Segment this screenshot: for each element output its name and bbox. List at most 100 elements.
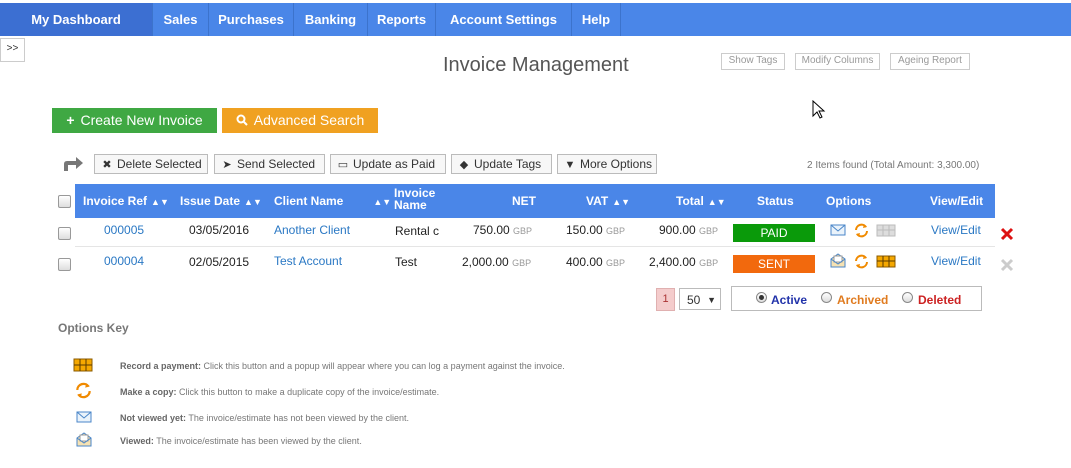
top-nav-bar: My Dashboard Sales Purchases Banking Rep… (0, 3, 1071, 36)
ageing-report-button[interactable]: Ageing Report (890, 53, 970, 70)
row-checkbox[interactable] (58, 258, 71, 271)
sidebar-toggle-button[interactable]: >> (0, 38, 25, 62)
status-filter: Active Archived Deleted (731, 286, 982, 311)
col-view-edit: View/Edit (930, 194, 984, 208)
client-name-link[interactable]: Test Account (274, 254, 342, 268)
copy-refresh-icon[interactable] (854, 254, 869, 269)
items-found-summary: 2 Items found (Total Amount: 3,300.00) (807, 160, 980, 171)
nav-help[interactable]: Help (572, 3, 621, 36)
send-selected-label: Send Selected (237, 157, 316, 171)
col-issue-date[interactable]: Issue Date ▲▼ (180, 184, 262, 218)
currency-label: GBP (606, 258, 626, 268)
search-icon (236, 114, 248, 126)
select-all-checkbox[interactable] (58, 195, 71, 208)
col-net[interactable]: NET (512, 184, 536, 218)
active-label[interactable]: Active (771, 293, 807, 307)
copy-refresh-icon (76, 382, 91, 399)
sort-icon: ▲▼ (373, 197, 392, 207)
col-status: Status (757, 194, 794, 208)
update-as-paid-button[interactable]: ▭ Update as Paid (330, 154, 446, 174)
modify-columns-button[interactable]: Modify Columns (795, 53, 880, 70)
advanced-search-label: Advanced Search (253, 112, 365, 128)
paper-plane-icon: ➤ (222, 159, 232, 171)
update-tags-label: Update Tags (474, 157, 542, 171)
net-value: 2,000.00 (462, 255, 509, 269)
nav-banking[interactable]: Banking (294, 3, 368, 36)
delete-row-icon[interactable] (1000, 227, 1014, 241)
more-options-label: More Options (580, 157, 653, 171)
record-payment-icon[interactable] (876, 255, 896, 268)
total-amount: 2,400.00 GBP (649, 255, 718, 270)
key-description: Click this button to make a duplicate co… (176, 387, 440, 397)
row-checkbox[interactable] (58, 227, 71, 240)
invoice-name: Test (395, 255, 418, 269)
col-invoice-name[interactable]: Invoice Name (394, 187, 435, 221)
envelope-viewed-icon[interactable] (830, 253, 846, 268)
envelope-not-viewed-icon (76, 411, 92, 423)
nav-reports[interactable]: Reports (368, 3, 436, 36)
currency-label: GBP (699, 226, 719, 236)
copy-refresh-icon[interactable] (854, 223, 869, 238)
row-divider (75, 246, 995, 247)
key-label: Not viewed yet: (120, 413, 187, 423)
sort-icon: ▲▼ (151, 197, 169, 207)
currency-label: GBP (512, 258, 532, 268)
table-header: Invoice Ref ▲▼ Issue Date ▲▼ Client Name ▲▼… (75, 184, 995, 218)
nav-sales[interactable]: Sales (153, 3, 209, 36)
create-new-invoice-label: Create New Invoice (80, 112, 203, 128)
archived-radio[interactable] (821, 292, 832, 303)
nav-my-dashboard[interactable]: My Dashboard (0, 3, 153, 36)
deleted-label[interactable]: Deleted (918, 293, 961, 307)
update-tags-button[interactable]: ◆ Update Tags (451, 154, 552, 174)
tag-icon: ◆ (459, 159, 469, 171)
key-record-payment: Record a payment: Click this button and … (120, 361, 565, 371)
options-key-title: Options Key (58, 321, 129, 335)
key-label: Make a copy: (120, 387, 177, 397)
key-not-viewed: Not viewed yet: The invoice/estimate has… (120, 413, 409, 423)
delete-selected-button[interactable]: ✖ Delete Selected (94, 154, 208, 174)
view-edit-link[interactable]: View/Edit (931, 223, 981, 237)
net-amount: 750.00 GBP (473, 223, 532, 238)
vat-amount: 150.00 GBP (566, 223, 625, 238)
total-value: 900.00 (659, 223, 696, 237)
currency-label: GBP (699, 258, 719, 268)
more-options-button[interactable]: ▼ More Options (557, 154, 657, 174)
advanced-search-button[interactable]: Advanced Search (222, 108, 378, 133)
per-page-select[interactable]: 50 ▼ (679, 288, 721, 310)
col-client-name[interactable]: Client Name ▲▼ (274, 184, 391, 218)
invoice-name: Rental c (395, 224, 440, 238)
show-tags-button[interactable]: Show Tags (721, 53, 785, 70)
col-total[interactable]: Total ▲▼ (676, 184, 726, 218)
page-number-button[interactable]: 1 (656, 288, 675, 311)
col-client-name-label: Client Name (274, 194, 344, 208)
envelope-not-viewed-icon[interactable] (830, 224, 846, 237)
key-label: Viewed: (120, 436, 154, 446)
record-payment-icon (876, 224, 896, 237)
invoice-ref-link[interactable]: 000004 (104, 254, 144, 268)
view-edit-link[interactable]: View/Edit (931, 254, 981, 268)
active-radio[interactable] (756, 292, 767, 303)
bulk-action-arrow-icon (64, 157, 83, 171)
issue-date: 02/05/2015 (189, 255, 250, 269)
deleted-radio[interactable] (902, 292, 913, 303)
invoice-ref-link[interactable]: 000005 (104, 223, 144, 237)
col-invoice-ref[interactable]: Invoice Ref ▲▼ (83, 184, 169, 218)
client-name-link[interactable]: Another Client (274, 223, 350, 237)
vat-amount: 400.00 GBP (566, 255, 625, 270)
currency-label: GBP (513, 226, 533, 236)
page-title: Invoice Management (443, 54, 629, 76)
col-vat[interactable]: VAT ▲▼ (586, 184, 630, 218)
delete-selected-label: Delete Selected (117, 157, 202, 171)
archived-label[interactable]: Archived (837, 293, 888, 307)
sort-icon: ▲▼ (612, 197, 631, 207)
total-value: 2,400.00 (649, 255, 696, 269)
total-amount: 900.00 GBP (659, 223, 718, 238)
nav-account-settings[interactable]: Account Settings (436, 3, 572, 36)
envelope-viewed-icon (76, 432, 92, 447)
delete-row-icon[interactable] (1000, 258, 1014, 272)
issue-date: 03/05/2016 (189, 223, 250, 237)
send-selected-button[interactable]: ➤ Send Selected (214, 154, 325, 174)
nav-purchases[interactable]: Purchases (209, 3, 294, 36)
sort-icon: ▲▼ (707, 197, 726, 207)
create-new-invoice-button[interactable]: + Create New Invoice (52, 108, 217, 133)
